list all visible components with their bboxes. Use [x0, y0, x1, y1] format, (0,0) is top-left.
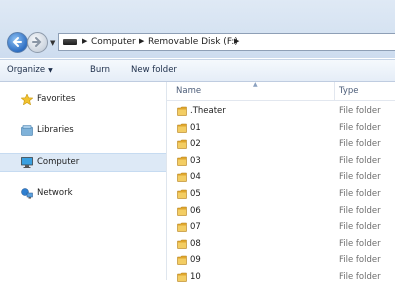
sidebar-item-label: Libraries: [37, 125, 74, 135]
organize-button[interactable]: Organize ▼: [7, 65, 53, 75]
folder-icon: [177, 173, 187, 183]
command-bar: Organize ▼ Burn New folder: [0, 59, 395, 82]
row-name: 05: [190, 189, 201, 199]
row-name: 08: [190, 238, 201, 249]
table-row[interactable]: 10 File folder: [167, 271, 395, 284]
table-row[interactable]: 09 File folder: [167, 254, 395, 267]
table-row[interactable]: 05 File folder: [167, 188, 395, 201]
folder-icon: [177, 272, 187, 282]
organize-label: Organize: [7, 65, 46, 75]
breadcrumb-computer[interactable]: Computer: [91, 37, 136, 47]
row-name: 04: [190, 172, 201, 183]
row-type: File folder: [339, 238, 381, 249]
column-header-row: ▲ Name Type: [167, 81, 395, 101]
address-bar[interactable]: ▶ Computer ▶ Removable Disk (F:) ▶: [58, 33, 395, 51]
sidebar-item-favorites[interactable]: Favorites: [0, 91, 166, 108]
row-name: 10: [190, 272, 201, 282]
table-row[interactable]: 06 File folder: [167, 205, 395, 218]
table-row[interactable]: 03 File folder: [167, 155, 395, 168]
sidebar-item-label: Computer: [37, 157, 80, 167]
row-name: 09: [190, 255, 201, 266]
folder-icon: [177, 123, 187, 133]
row-type: File folder: [339, 255, 381, 266]
libraries-icon: [21, 125, 33, 136]
arrow-left-icon: [12, 37, 22, 47]
folder-icon: [177, 106, 187, 116]
sidebar-item-label: Favorites: [37, 94, 76, 104]
row-type: File folder: [339, 205, 381, 216]
column-header-name[interactable]: Name: [176, 86, 201, 96]
star-icon: [21, 94, 33, 105]
back-button[interactable]: [7, 32, 28, 53]
column-header-type[interactable]: Type: [339, 86, 359, 96]
folder-icon: [177, 206, 187, 216]
row-type: File folder: [339, 122, 381, 133]
row-type: File folder: [339, 155, 381, 166]
row-name: .Theater: [190, 106, 226, 116]
row-name: 06: [190, 205, 201, 216]
row-type: File folder: [339, 189, 381, 199]
network-icon: [21, 188, 33, 199]
table-row[interactable]: 04 File folder: [167, 171, 395, 184]
table-row[interactable]: 02 File folder: [167, 138, 395, 151]
sort-ascending-icon: ▲: [253, 81, 258, 88]
row-type: File folder: [339, 139, 381, 150]
row-name: 07: [190, 222, 201, 233]
window-titlebar: ▼ ▶ Computer ▶ Removable Disk (F:) ▶: [0, 0, 395, 58]
folder-icon: [177, 256, 187, 266]
table-row[interactable]: 01 File folder: [167, 122, 395, 135]
sidebar-item-libraries[interactable]: Libraries: [0, 122, 166, 139]
table-row[interactable]: .Theater File folder: [167, 105, 395, 118]
new-folder-button[interactable]: New folder: [131, 65, 177, 75]
folder-icon: [177, 139, 187, 149]
sidebar-item-label: Network: [37, 188, 73, 198]
chevron-down-icon: ▼: [48, 67, 53, 74]
folder-icon: [177, 189, 187, 199]
column-divider[interactable]: [334, 82, 335, 100]
breadcrumb-separator-icon[interactable]: ▶: [139, 37, 144, 45]
row-name: 01: [190, 122, 201, 133]
folder-icon: [177, 222, 187, 232]
row-name: 03: [190, 155, 201, 166]
folder-icon: [177, 156, 187, 166]
breadcrumb-removable-disk[interactable]: Removable Disk (F:): [148, 37, 238, 47]
drive-icon: [63, 39, 77, 45]
forward-button[interactable]: [27, 32, 48, 53]
computer-icon: [21, 157, 33, 168]
arrow-right-icon: [32, 37, 42, 47]
row-type: File folder: [339, 222, 381, 233]
row-name: 02: [190, 139, 201, 150]
row-type: File folder: [339, 106, 381, 116]
table-row[interactable]: 07 File folder: [167, 221, 395, 234]
recent-pages-dropdown-icon[interactable]: ▼: [50, 39, 55, 47]
sidebar-item-network[interactable]: Network: [0, 185, 166, 202]
breadcrumb-separator-icon[interactable]: ▶: [82, 37, 87, 45]
row-type: File folder: [339, 172, 381, 183]
folder-icon: [177, 239, 187, 249]
sidebar-item-computer[interactable]: Computer: [0, 153, 166, 172]
burn-button[interactable]: Burn: [90, 65, 110, 75]
row-type: File folder: [339, 272, 381, 282]
file-list: ▲ Name Type .Theater File folder 01 File fo…: [167, 81, 395, 282]
navigation-pane: Favorites Libraries Computer Network: [0, 82, 167, 280]
table-row[interactable]: 08 File folder: [167, 238, 395, 251]
breadcrumb-separator-icon[interactable]: ▶: [234, 37, 239, 45]
